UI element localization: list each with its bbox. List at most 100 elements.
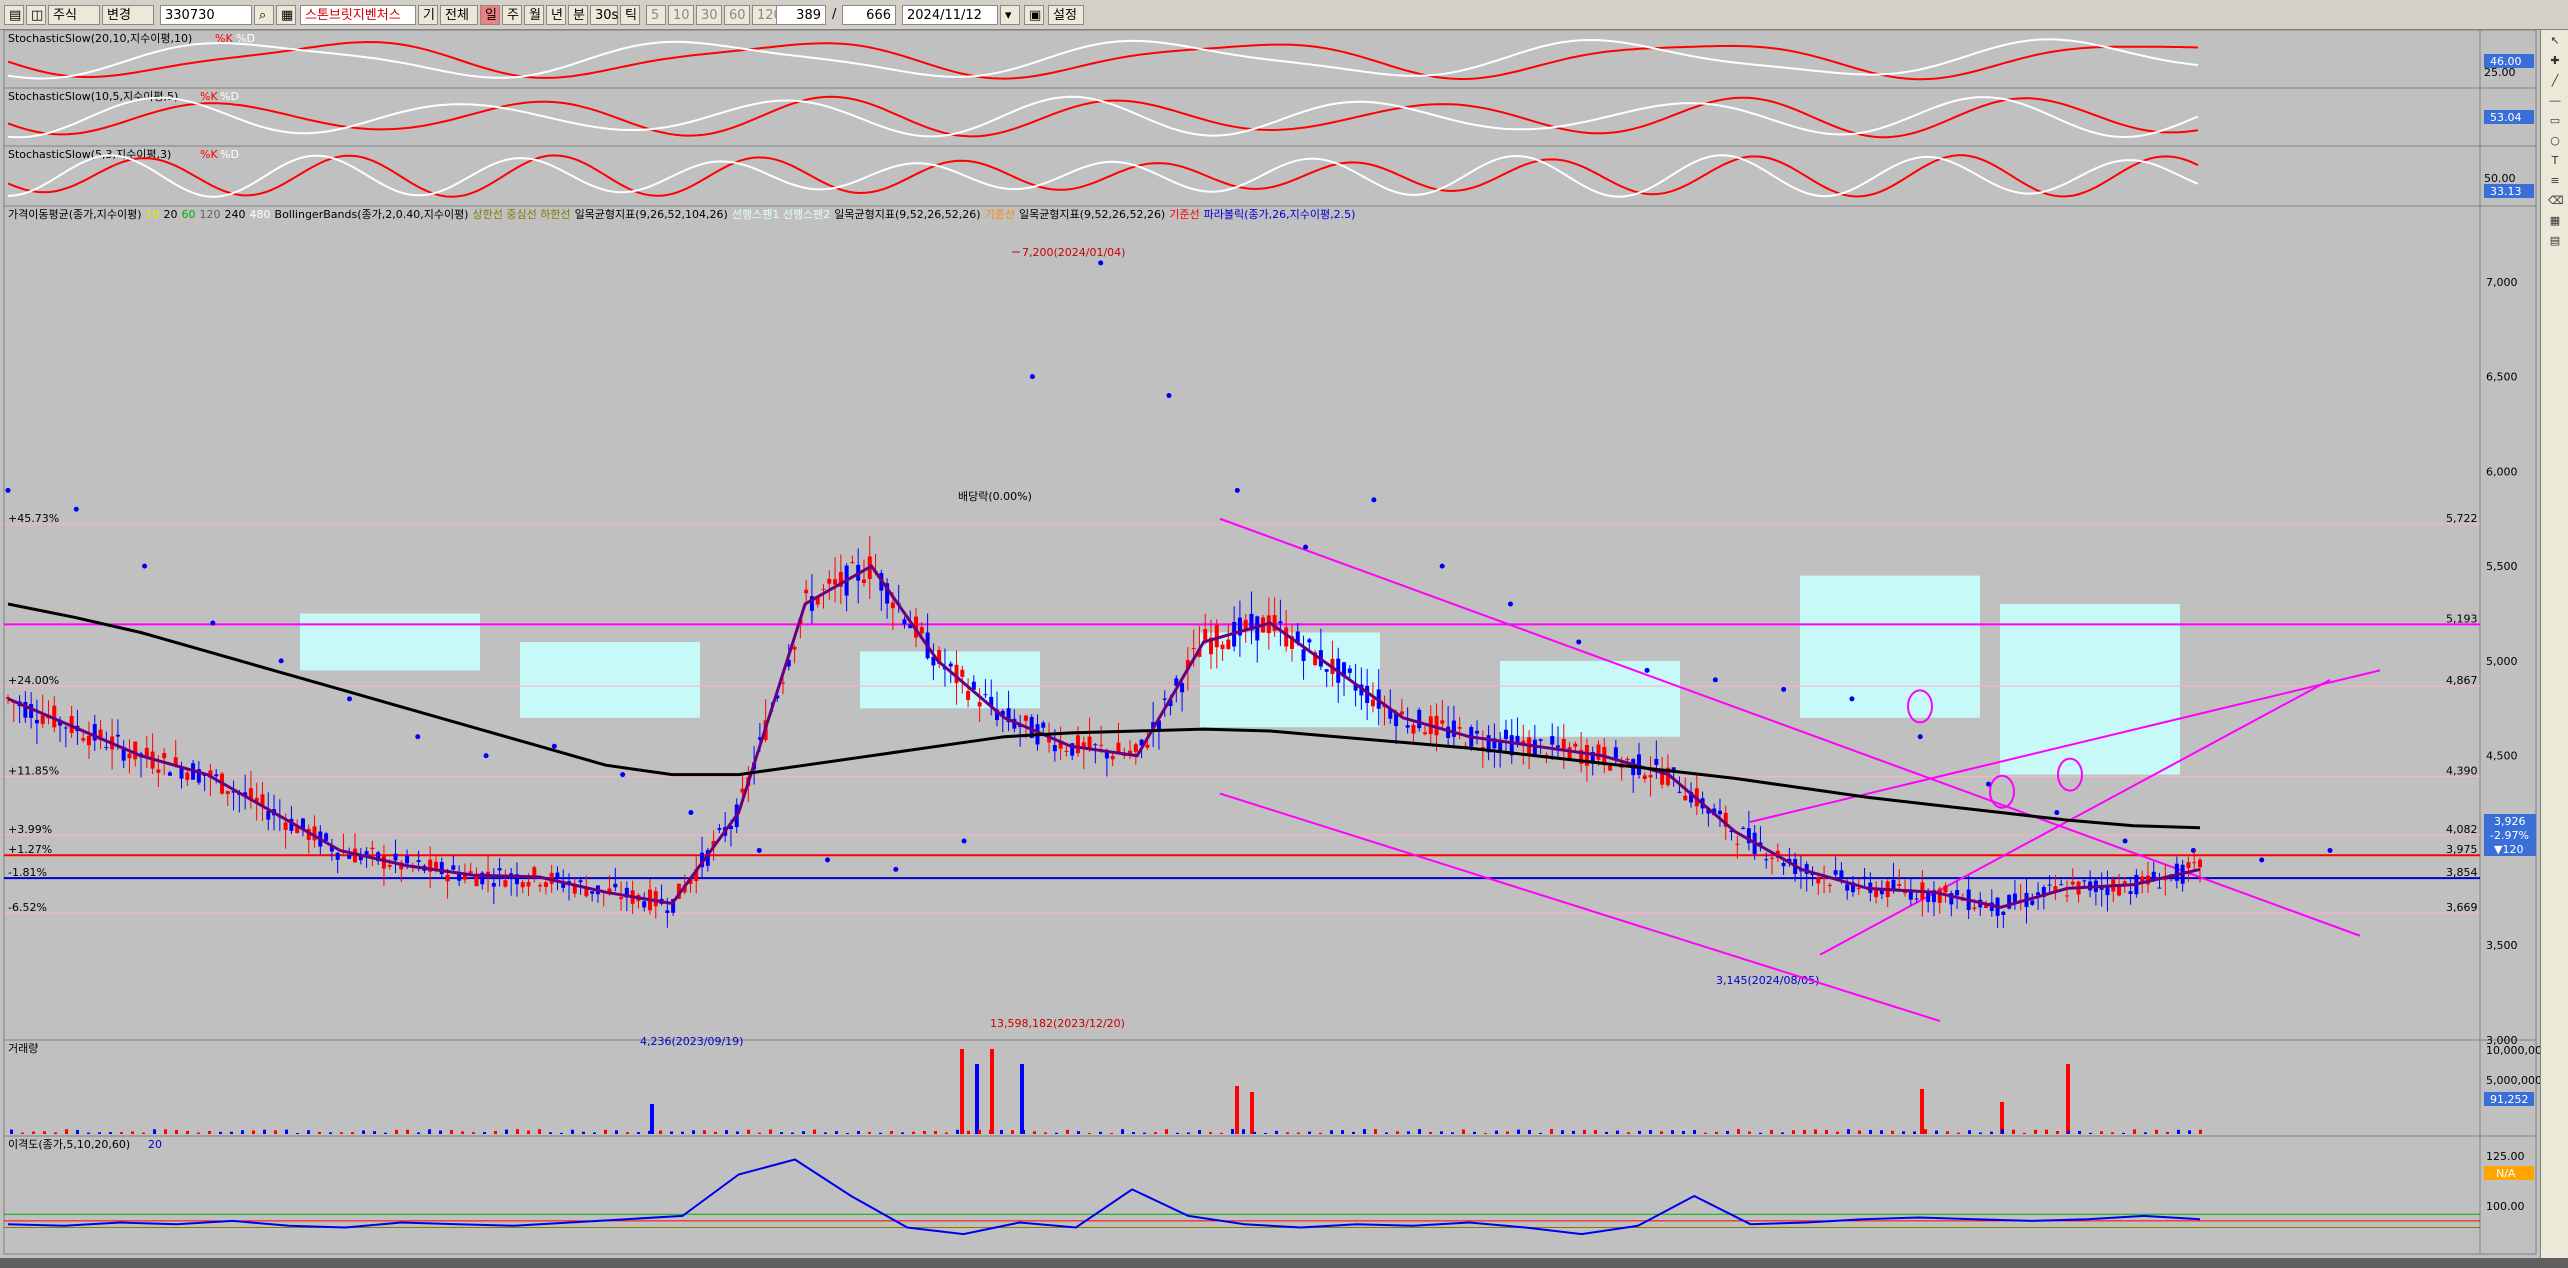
minute-5[interactable]: 5	[646, 5, 666, 25]
volume-bar	[43, 1131, 46, 1134]
layout-icon[interactable]: ◫	[26, 5, 46, 25]
volume-bar	[219, 1131, 222, 1134]
trash-icon[interactable]: ▤	[2548, 234, 2562, 248]
minute-60[interactable]: 60	[724, 5, 750, 25]
hline-tool-icon[interactable]: ―	[2548, 94, 2562, 108]
candle-body	[1099, 744, 1104, 746]
parabolic-dot	[1234, 487, 1240, 493]
percent-label: -6.52%	[8, 901, 47, 914]
volume-bar	[1066, 1129, 1069, 1134]
chart-icon[interactable]: ▦	[276, 5, 296, 25]
volume-bar	[1385, 1132, 1388, 1134]
candle-body	[156, 769, 161, 773]
volume-bar	[648, 1130, 651, 1134]
line-tool-icon[interactable]: ╱	[2548, 74, 2562, 88]
volume-bar	[1330, 1130, 1333, 1134]
volume-bar	[956, 1129, 959, 1134]
candle-body	[503, 880, 508, 887]
parabolic-dot	[2190, 847, 2196, 853]
volume-bar	[615, 1130, 618, 1134]
parabolic-dot	[5, 487, 11, 493]
tab-daily[interactable]: 일	[480, 5, 500, 25]
volume-bar	[692, 1130, 695, 1134]
minute-10[interactable]: 10	[668, 5, 694, 25]
settings-button[interactable]: 설정	[1048, 5, 1084, 25]
volume-bar	[1418, 1129, 1421, 1134]
volume-max-annotation: 13,598,182(2023/12/20)	[990, 1017, 1125, 1030]
tab-monthly[interactable]: 월	[524, 5, 544, 25]
cursor-icon[interactable]: ↖	[2548, 34, 2562, 48]
volume-bar	[285, 1129, 288, 1134]
candle-body	[468, 871, 473, 873]
stoch2-d: %D	[220, 90, 239, 103]
volume-bar	[307, 1130, 310, 1134]
tab-weekly[interactable]: 주	[502, 5, 522, 25]
candle-body	[619, 897, 624, 900]
save-icon[interactable]: ▣	[1024, 5, 1044, 25]
view-all-button[interactable]: 전체	[440, 5, 478, 25]
tab-yearly[interactable]: 년	[546, 5, 566, 25]
y-tick-label: 5,000	[2486, 655, 2518, 668]
volume-bar	[1099, 1131, 1102, 1134]
candle-body	[543, 882, 548, 887]
menu-icon[interactable]: ▤	[4, 5, 24, 25]
chart-canvas[interactable]: StochasticSlow(20,10,지수이평,10) %K %D Stoc…	[0, 29, 2549, 1258]
volume-bar	[1781, 1132, 1784, 1134]
fib-tool-icon[interactable]: ≡	[2548, 174, 2562, 188]
erase-tool-icon[interactable]: ⌫	[2548, 194, 2564, 208]
candle-body	[1220, 644, 1225, 650]
candle-body	[1955, 890, 1960, 896]
volume-bar	[461, 1131, 464, 1134]
crosshair-icon[interactable]: ✚	[2548, 54, 2562, 68]
candle-body	[526, 882, 531, 887]
volume-bar	[1484, 1132, 1487, 1134]
tab-tick[interactable]: 틱	[620, 5, 640, 25]
candle-body	[890, 602, 895, 609]
candle-body	[653, 891, 658, 907]
calendar-icon[interactable]: ▾	[1000, 5, 1020, 25]
tab-minute[interactable]: 분	[568, 5, 588, 25]
candle-body	[370, 847, 375, 850]
candle-body	[1052, 745, 1057, 752]
volume-bar	[2045, 1129, 2048, 1134]
date-input[interactable]: 2024/11/12	[902, 5, 998, 25]
parabolic-dot	[1303, 544, 1309, 550]
volume-bar	[604, 1129, 607, 1134]
change-button[interactable]: 변경	[102, 5, 154, 25]
circle-tool-icon[interactable]: ○	[2548, 134, 2562, 148]
grid-tool-icon[interactable]: ▦	[2548, 214, 2562, 228]
candle-body	[1214, 624, 1219, 648]
volume-bar	[1583, 1129, 1586, 1134]
minute-30[interactable]: 30	[696, 5, 722, 25]
text-tool-icon[interactable]: T	[2548, 154, 2562, 168]
current-change: -2.97%	[2490, 829, 2529, 842]
tab-30s[interactable]: 30s	[590, 5, 618, 25]
candle-body	[1683, 795, 1688, 801]
search-icon[interactable]: ⌕	[254, 5, 274, 25]
candle-body	[1816, 877, 1821, 884]
volume-bar	[2122, 1132, 2125, 1134]
volume-bar	[560, 1132, 563, 1134]
stoch1-label: StochasticSlow(20,10,지수이평,10)	[8, 32, 192, 45]
period-button[interactable]: 기	[418, 5, 438, 25]
count-input-b[interactable]: 666	[842, 5, 896, 25]
parabolic-dot	[1098, 260, 1104, 266]
candle-body	[393, 853, 398, 861]
stoch3-value: 33.13	[2490, 185, 2522, 198]
volume-bar	[1187, 1132, 1190, 1134]
legend-item: 120	[200, 208, 221, 221]
rect-tool-icon[interactable]: ▭	[2548, 114, 2562, 128]
parabolic-dot	[1781, 686, 1787, 692]
count-input-a[interactable]: 389	[776, 5, 826, 25]
volume-bar	[120, 1132, 123, 1134]
legend-item: 가격이동평균(종가,지수이평)	[8, 208, 142, 221]
volume-bar	[197, 1132, 200, 1134]
chart-area[interactable]: StochasticSlow(20,10,지수이평,10) %K %D Stoc…	[0, 29, 2549, 1258]
volume-bar	[1836, 1131, 1839, 1134]
main-legend: 가격이동평균(종가,지수이평) 10 20 60 120 240 480 BollingerB…	[8, 207, 1355, 221]
candle-body	[1451, 720, 1456, 737]
y-tick-label: 7,000	[2486, 276, 2518, 289]
code-input[interactable]: 330730	[160, 5, 252, 25]
volume-bar	[1044, 1132, 1047, 1134]
market-select[interactable]: 주식	[48, 5, 100, 25]
